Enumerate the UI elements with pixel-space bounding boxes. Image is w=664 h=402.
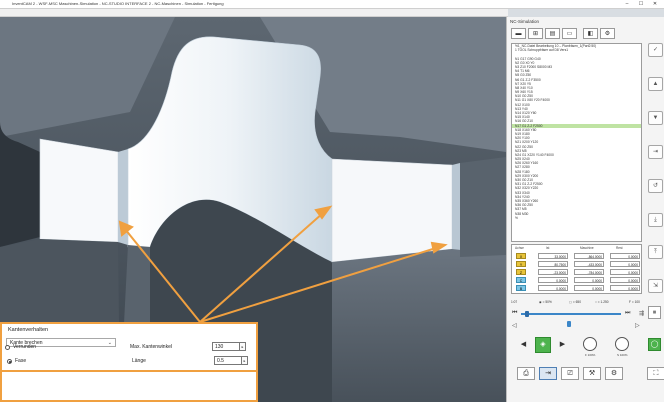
axis-name: Y <box>516 261 526 267</box>
tool-view-button[interactable]: ▬ <box>511 28 526 39</box>
forward-icon[interactable]: ⏭ <box>625 310 630 317</box>
side-button-export[interactable]: ⇲ <box>648 279 663 293</box>
axis-value-ist: 0.0000 <box>538 277 568 283</box>
stock-view-button[interactable]: ▭ <box>562 28 577 39</box>
table-view-button[interactable]: ▤ <box>545 28 560 39</box>
progress-slider-handle[interactable] <box>525 311 529 317</box>
side-button-up[interactable]: ▲ <box>648 77 663 91</box>
report-button[interactable]: ⎙ <box>517 367 535 380</box>
step-forward-button[interactable]: ▶ <box>556 339 569 352</box>
axis-value-masch: -433.0000 <box>574 261 604 267</box>
axes-header-rest: Rest <box>616 246 623 250</box>
axis-name: C <box>516 277 526 283</box>
axis-value-masch: 0.0000 <box>574 285 604 291</box>
speed-slider-handle[interactable] <box>567 321 571 327</box>
axes-header-machine: Maschine <box>580 246 594 250</box>
radio-verrunden-label: Verrunden <box>13 344 37 350</box>
length-label: Länge <box>132 358 146 364</box>
status-spindle: ▢ = 650 <box>569 300 581 304</box>
axis-name: B <box>516 285 526 291</box>
override-dial-2[interactable] <box>615 337 629 351</box>
nc-line[interactable] <box>512 224 641 228</box>
side-button-next[interactable]: ⇥ <box>648 145 663 159</box>
side-button-confirm[interactable]: ✓ <box>648 43 663 57</box>
panel-title: NC-Simulation <box>510 19 540 24</box>
radio-fase[interactable] <box>7 359 12 364</box>
maximize-button[interactable]: ☐ <box>634 0 648 8</box>
length-input[interactable]: 0.5 <box>214 356 242 365</box>
axis-row-x: X 33.0000 -864.0000 0.0000 <box>514 253 641 259</box>
status-left: 1:07 <box>511 300 518 304</box>
side-button-reset[interactable]: ↺ <box>648 179 663 193</box>
axis-row-b: B 0.0000 0.0000 0.0000 <box>514 285 641 291</box>
edge-behavior-panel-lower <box>0 372 258 402</box>
axis-value-ist: -23.0000 <box>538 269 568 275</box>
fast-icon: ▷ <box>635 323 640 329</box>
settings-button[interactable]: ⚙ <box>605 367 623 380</box>
angle-label: Max. Kantenwinkel <box>130 344 172 350</box>
radio-fase-label: Fase <box>15 358 27 364</box>
status-feed: F = 100 <box>629 300 640 304</box>
nc-code-list[interactable]: %1_NC-Datei Bearbeitung 10 – Planfräsen_… <box>511 43 642 242</box>
play-button[interactable]: ◈ <box>535 337 551 353</box>
side-button-save[interactable]: ⤒ <box>648 245 663 259</box>
axis-value-ist: 80.7500 <box>538 261 568 267</box>
rewind-icon[interactable]: ⏮ <box>512 310 517 317</box>
axis-value-rest: 0.0000 <box>610 261 640 267</box>
dial-2-label: S 100% <box>617 353 628 357</box>
axis-name: X <box>516 253 526 259</box>
tools-button[interactable]: ⚒ <box>583 367 601 380</box>
slow-icon: ◁ <box>512 323 517 329</box>
material-view-button[interactable]: ◧ <box>583 28 598 39</box>
close-button[interactable]: ✕ <box>648 0 662 8</box>
radio-verrunden[interactable] <box>5 345 10 350</box>
axis-name: Z <box>516 269 526 275</box>
camera-button[interactable]: ⎚ <box>561 367 579 380</box>
axis-row-y: Y 80.7500 -433.0000 0.0000 <box>514 261 641 267</box>
axis-value-masch: 0.0000 <box>574 277 604 283</box>
axis-row-c: C 0.0000 0.0000 0.0000 <box>514 277 641 283</box>
angle-input[interactable]: 130 <box>212 342 240 351</box>
step-icon[interactable]: ⇶ <box>639 310 644 317</box>
axes-header-axis: Achse <box>515 246 524 250</box>
start-button[interactable]: ◯ <box>648 338 661 351</box>
axis-value-rest: 0.0000 <box>610 269 640 275</box>
axis-row-z: Z -23.0000 -784.0000 0.0000 <box>514 269 641 275</box>
axis-value-ist: 33.0000 <box>538 253 568 259</box>
title-bar: InventCAM 2 - WSF-MSC Maschinen-Simulati… <box>0 0 664 9</box>
status-tool: ○ = 1.250 <box>595 300 609 304</box>
axis-value-rest: 0.0000 <box>610 253 640 259</box>
axis-view-button[interactable]: ⊞ <box>528 28 543 39</box>
chevron-down-icon: ⌄ <box>107 340 112 346</box>
axis-value-masch: -864.0000 <box>574 253 604 259</box>
fullscreen-button[interactable]: ⛶ <box>647 367 664 380</box>
length-spinner[interactable]: ▸ <box>242 356 248 365</box>
side-button-load[interactable]: ⤓ <box>648 213 663 227</box>
axis-value-masch: -784.0000 <box>574 269 604 275</box>
run-button[interactable]: ⇥ <box>539 367 557 380</box>
step-back-button[interactable]: ◀ <box>517 339 530 352</box>
progress-slider[interactable] <box>521 313 621 315</box>
status-speed: ◉ = 50% <box>539 300 552 304</box>
side-button-down[interactable]: ▼ <box>648 111 663 125</box>
dial-1-label: F 100% <box>585 353 596 357</box>
menu-bar: Datei Bearbeiten Ansicht Arbeitsebene An… <box>0 9 508 23</box>
angle-spinner[interactable]: ▸ <box>240 342 246 351</box>
axis-value-ist: 0.0000 <box>538 285 568 291</box>
minimize-button[interactable]: – <box>620 0 634 8</box>
edge-behavior-title: Kantenverhalten <box>8 327 49 333</box>
status-row: 1:07 ◉ = 50% ▢ = 650 ○ = 1.250 F = 100 <box>511 299 661 305</box>
override-dial-1[interactable] <box>583 337 597 351</box>
simulation-panel: NC-Simulation ▬ ⊞ ▤ ▭ ◧ ⚙ %1_NC-Datei Be… <box>506 17 664 402</box>
axes-table: Achse Ist Maschine Rest X 33.0000 -864.000… <box>511 244 642 294</box>
window-title: InventCAM 2 - WSF-MSC Maschinen-Simulati… <box>12 1 224 6</box>
machine-view-button[interactable]: ⚙ <box>600 28 615 39</box>
axes-header-ist: Ist <box>546 246 550 250</box>
axis-value-rest: 0.0000 <box>610 277 640 283</box>
pause-button[interactable]: ⏸ <box>648 306 661 319</box>
axis-value-rest: 0.0000 <box>610 285 640 291</box>
